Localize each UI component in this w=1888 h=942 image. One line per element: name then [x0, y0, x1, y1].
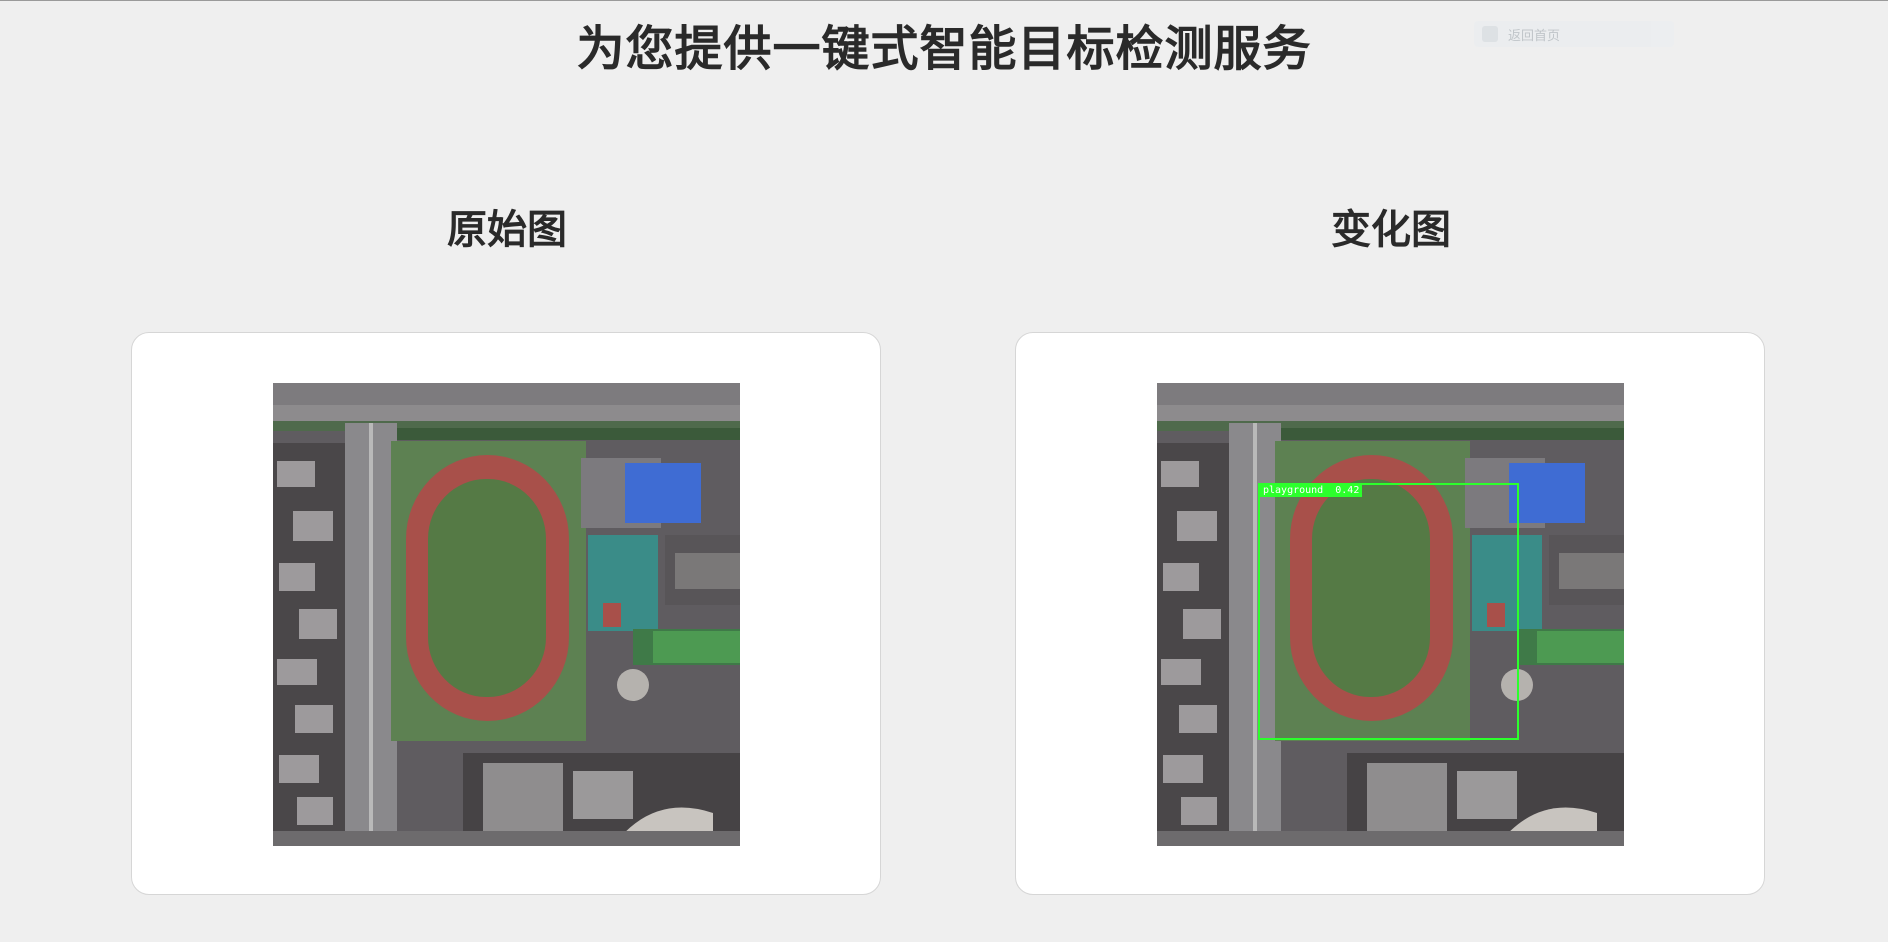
home-icon [1482, 26, 1498, 42]
detection-label: playground 0.42 [1260, 485, 1363, 497]
detection-box: playground 0.42 [1258, 483, 1519, 740]
original-image-card [131, 332, 881, 895]
original-image [273, 383, 740, 846]
home-link-label: 返回首页 [1508, 28, 1561, 44]
detection-score: 0.42 [1335, 485, 1360, 496]
home-link[interactable]: 返回首页 [1474, 21, 1674, 47]
result-image-card: playground 0.42 [1015, 332, 1765, 895]
detection-class: playground [1263, 485, 1324, 496]
result-image-title: 变化图 [1331, 207, 1451, 253]
result-image: playground 0.42 [1157, 383, 1624, 846]
original-image-title: 原始图 [447, 207, 567, 253]
